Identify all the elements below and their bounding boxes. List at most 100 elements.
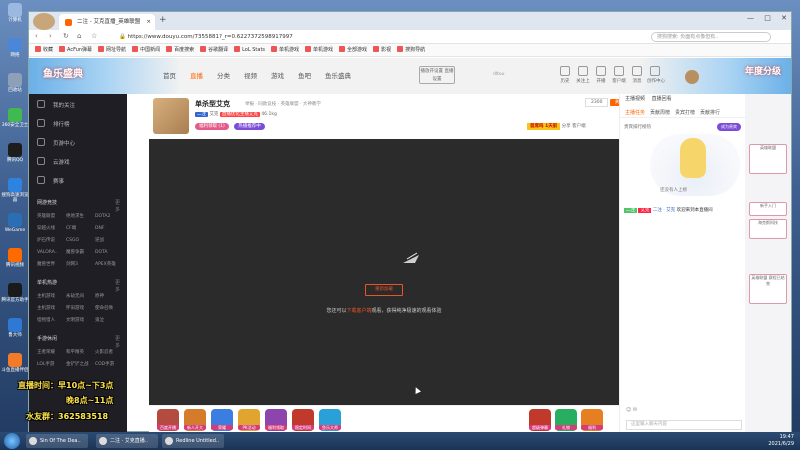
share-button[interactable]: 分享	[562, 124, 571, 129]
game-link[interactable]: 绝地求生	[66, 211, 95, 223]
desktop-icon[interactable]: 腾讯QQ	[1, 143, 29, 163]
desktop-icon[interactable]: 鲁大师	[1, 318, 29, 338]
game-link[interactable]: LOL手游	[37, 359, 66, 371]
download-client-link[interactable]: 下载客户端	[346, 308, 371, 314]
gift-item[interactable]: 百度开播	[157, 409, 179, 431]
desktop-icon[interactable]: 腾讯官方助手	[1, 283, 29, 303]
bookmark-item[interactable]: 谷歌翻译	[200, 47, 228, 53]
gift-item[interactable]: 荣耀	[211, 409, 233, 431]
hot-recommend-badge[interactable]: 热播推荐中	[234, 123, 265, 130]
game-link[interactable]: DOTA2	[95, 211, 124, 223]
game-link[interactable]: 原神	[95, 291, 124, 303]
game-link[interactable]: 剑网3	[66, 259, 95, 271]
gift-icon[interactable]: ✉	[633, 407, 637, 413]
header-icon[interactable]: 开播	[593, 66, 609, 84]
url-input[interactable]: 🔒 https://www.douyu.com/7355881?_r=0.622…	[119, 32, 519, 42]
home-icon[interactable]: ⌂	[77, 32, 81, 40]
back-icon[interactable]: ‹	[35, 32, 38, 40]
ad-banner[interactable]: 新手入门	[749, 202, 787, 216]
game-link[interactable]: 魔兽争霸	[66, 247, 95, 259]
bookmark-item[interactable]: 单机游戏	[271, 47, 299, 53]
forward-icon[interactable]: ›	[49, 32, 52, 40]
ad-banner[interactable]: 英雄联盟 赛程已结束	[749, 274, 787, 304]
game-link[interactable]: 主机游戏	[37, 291, 66, 303]
close-tab-icon[interactable]: ×	[146, 14, 151, 30]
gift-item-right[interactable]: 礼物	[555, 409, 577, 431]
desktop-icon[interactable]: 网络	[1, 38, 29, 58]
game-link[interactable]: 主机游戏	[37, 303, 66, 315]
star-icon[interactable]: ☆	[91, 32, 97, 40]
client-button[interactable]: 客户端	[572, 124, 586, 129]
live-settings-button[interactable]: 播放开设置 直播设置	[419, 66, 455, 84]
game-link[interactable]: VALORA..	[37, 247, 66, 259]
game-link[interactable]: 文明游戏	[66, 315, 95, 327]
bookmark-item[interactable]: 百度搜索	[166, 47, 194, 53]
emoji-icon[interactable]: ☺	[626, 407, 631, 413]
gift-item[interactable]: 新人开大	[184, 409, 206, 431]
bookmark-item[interactable]: 单机游戏	[305, 47, 333, 53]
game-link[interactable]: 炉石传说	[37, 235, 66, 247]
close-window-icon[interactable]: ✕	[781, 14, 787, 22]
game-link[interactable]: 使命召唤	[95, 303, 124, 315]
desktop-icon[interactable]: 斗鱼直播伴侣	[1, 353, 29, 373]
game-link[interactable]: 怀旧游戏	[66, 303, 95, 315]
game-link[interactable]: 王者荣耀	[37, 347, 66, 359]
sidebar-item[interactable]: 云游戏	[37, 157, 70, 166]
game-link[interactable]: 穿越火线	[37, 223, 66, 235]
user-avatar[interactable]	[685, 70, 699, 84]
bookmark-item[interactable]: AcFun弹幕	[59, 47, 92, 53]
tab-streamer-video[interactable]: 主播视频	[625, 96, 645, 102]
bookmark-item[interactable]: 影视	[373, 47, 391, 53]
nav-item[interactable]: 鱼吧	[298, 72, 311, 80]
game-link[interactable]: COD手游	[95, 359, 124, 371]
chat-subtab[interactable]: 贵宾打榜	[675, 110, 695, 116]
taskbar-item[interactable]: Sin Of The Dea..	[26, 434, 88, 448]
gift-item[interactable]: PK活动	[238, 409, 260, 431]
game-link[interactable]: CSGO	[66, 235, 95, 247]
desktop-icon[interactable]: 搜狗高速浏览器	[1, 178, 29, 203]
sidebar-item[interactable]: 页游中心	[37, 138, 75, 147]
gift-item[interactable]: 福利领取	[265, 409, 287, 431]
nav-item[interactable]: 鱼乐盛典	[325, 72, 351, 80]
streamer-avatar[interactable]	[153, 98, 189, 134]
ad-banner[interactable]: 英雄联盟	[749, 144, 787, 174]
desktop-icon[interactable]: 腾讯视频	[1, 248, 29, 268]
gift-item[interactable]: 稳定时间	[292, 409, 314, 431]
nav-item[interactable]: 游戏	[271, 72, 284, 80]
taskbar-item[interactable]: Redline Untitled..	[162, 434, 224, 448]
nav-item[interactable]: 直播	[190, 72, 203, 80]
ad-banner[interactable]: 海克斯科技	[749, 219, 787, 239]
bookmark-item[interactable]: 收藏	[35, 47, 53, 53]
desktop-icon[interactable]: 回收站	[1, 73, 29, 93]
video-player[interactable]: 重新加载 您还可以下载客户端观看，获得纯净极速的观看体验	[149, 139, 619, 405]
game-link[interactable]: CF端	[66, 223, 95, 235]
taskbar-item[interactable]: 二注 · 艾克直播..	[96, 434, 158, 448]
game-link[interactable]: 鬼泣	[95, 315, 124, 327]
site-logo[interactable]: 鱼乐盛典	[43, 64, 153, 86]
chat-subtab[interactable]: 主播任务	[625, 110, 645, 116]
chat-input[interactable]: 这里输入聊天内容	[626, 420, 742, 430]
game-link[interactable]: 魔兽世界	[37, 259, 66, 271]
game-link[interactable]: 怪物猎人	[37, 315, 66, 327]
header-icon[interactable]: 历史	[557, 66, 573, 84]
become-guard-button[interactable]: 成为贵宾	[717, 123, 741, 131]
sidebar-item[interactable]: 赛事	[37, 176, 64, 185]
new-tab-button[interactable]: +	[159, 15, 167, 25]
desktop-icon[interactable]: 计算机	[1, 3, 29, 23]
chat-subtab[interactable]: 贡献排行	[700, 110, 720, 116]
tab-live-replay[interactable]: 直播回看	[652, 96, 672, 102]
nav-item[interactable]: 视频	[244, 72, 257, 80]
refresh-icon[interactable]: ↻	[63, 32, 69, 40]
chat-username[interactable]: 二注 · 艾克	[653, 208, 675, 213]
bookmark-item[interactable]: LoL Stats	[234, 47, 265, 53]
game-link[interactable]: 金铲铲之战	[66, 359, 95, 371]
game-link[interactable]: 永劫无间	[66, 291, 95, 303]
browser-tab-active[interactable]: 二注 - 艾克直播_英雄联盟 ×	[59, 14, 155, 30]
desktop-icon[interactable]: 360安全卫士	[1, 108, 29, 128]
bookmark-item[interactable]: 全部游戏	[339, 47, 367, 53]
game-link[interactable]: DNF	[95, 223, 124, 235]
header-icon[interactable]: 消息	[629, 66, 645, 84]
maximize-icon[interactable]: □	[764, 14, 771, 22]
start-button[interactable]	[4, 433, 20, 449]
gift-item-right[interactable]: 福利	[581, 409, 603, 431]
